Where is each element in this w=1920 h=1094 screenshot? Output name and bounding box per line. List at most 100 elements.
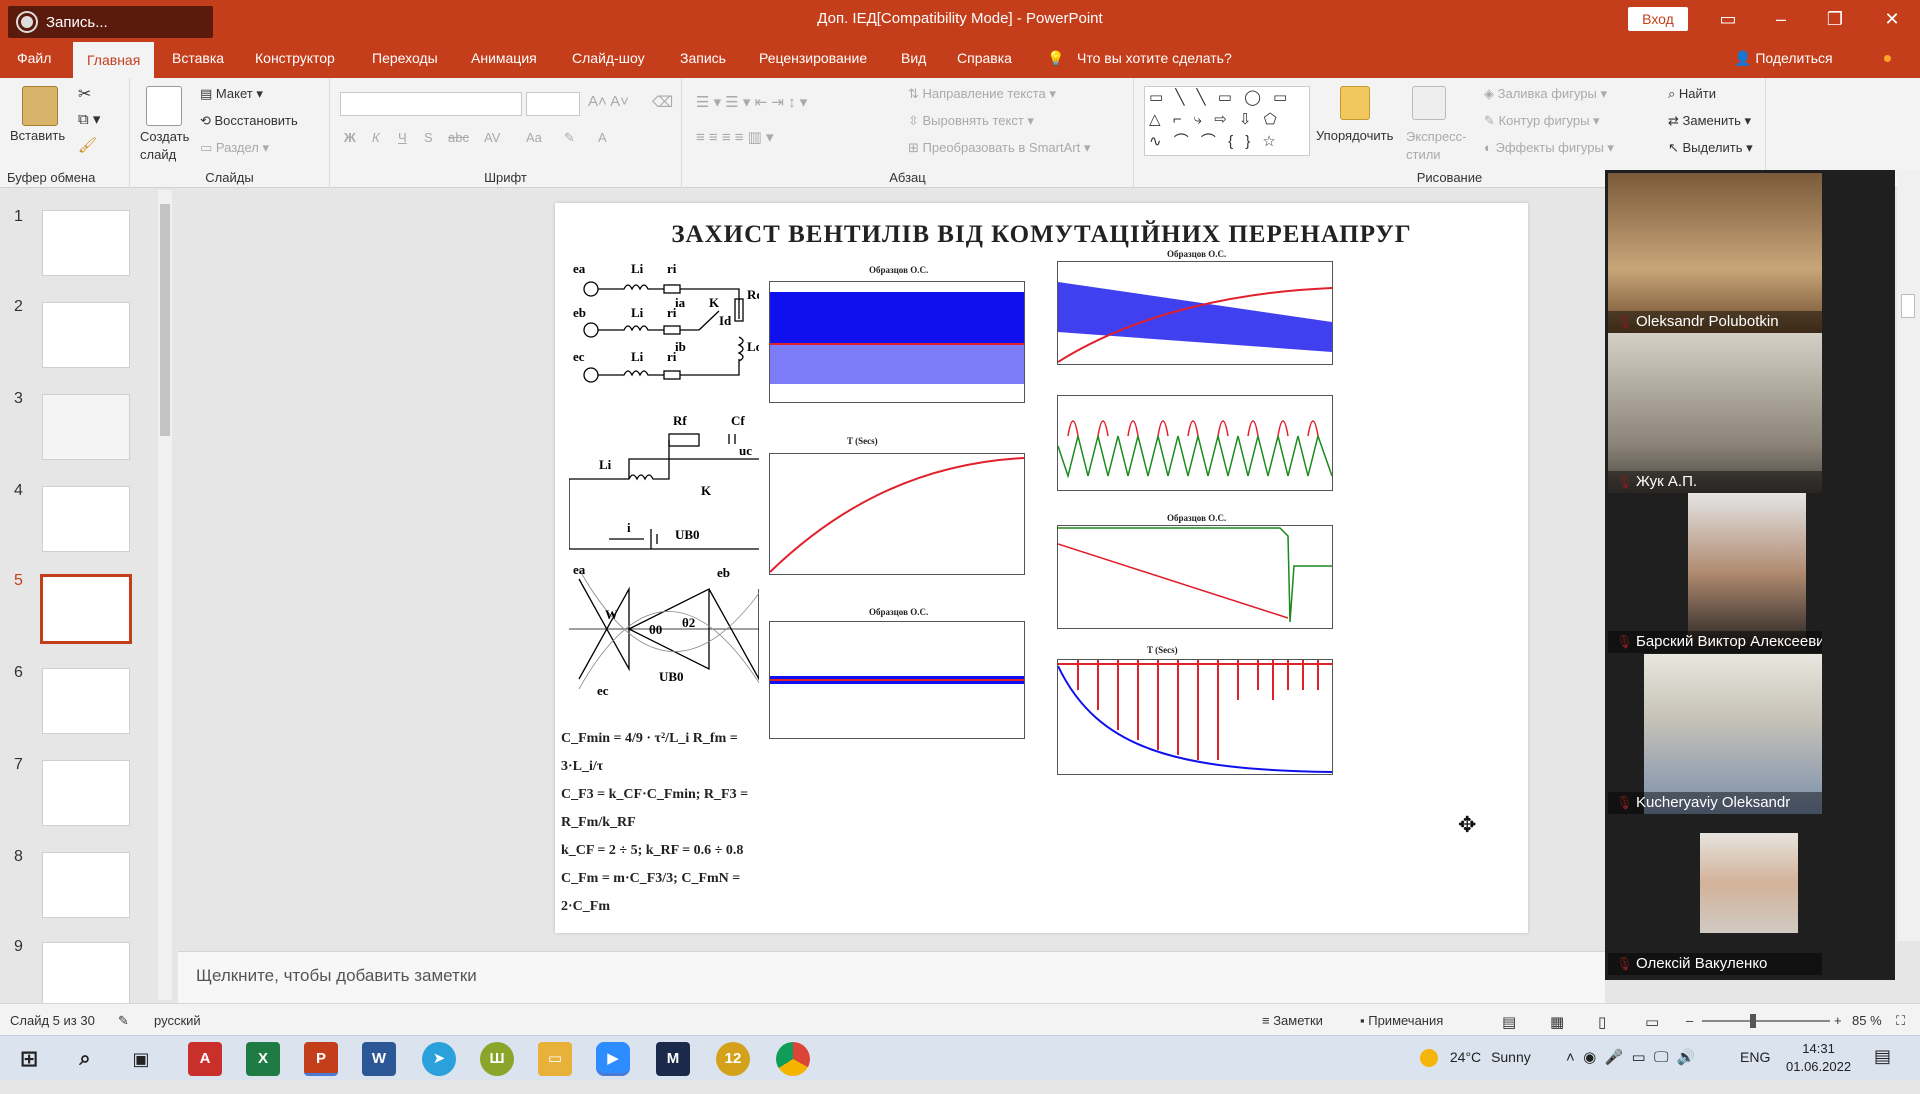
slide-thumbnail-2[interactable] <box>42 302 130 368</box>
participant-tile-2[interactable]: 🎙 Жук А.П. <box>1608 333 1822 493</box>
new-slide-button[interactable]: Создать слайд <box>140 128 190 164</box>
align-text-button[interactable]: ⇳ Выровнять текст ▾ <box>908 113 1034 129</box>
shadow-button[interactable]: S <box>424 130 433 145</box>
close-icon[interactable]: ✕ <box>1877 4 1907 34</box>
select-button[interactable]: ↖ Выделить ▾ <box>1668 140 1753 156</box>
slide-title[interactable]: ЗАХИСТ ВЕНТИЛІВ ВІД КОМУТАЦІЙНИХ ПЕРЕНАП… <box>555 221 1528 249</box>
font-color-button[interactable]: A <box>598 130 607 145</box>
quick-styles-icon[interactable] <box>1412 86 1446 120</box>
char-spacing-button[interactable]: AV <box>484 130 500 145</box>
canvas-vertical-scrollbar[interactable] <box>1897 170 1920 941</box>
clear-format-icon[interactable]: ⌫ <box>652 93 673 111</box>
change-case-button[interactable]: Aa <box>526 130 542 145</box>
reading-view-icon[interactable]: ▯ <box>1598 1013 1606 1031</box>
slide-thumbnail-6[interactable] <box>42 668 130 734</box>
zoom-app-icon[interactable]: ▶ <box>596 1042 630 1076</box>
font-size-combo[interactable] <box>526 92 580 116</box>
shapes-gallery[interactable]: ▭ ╲ ╲ ▭ ◯ ▭ △ ⌐ ⤷ ⇨ ⇩ ⬠ ∿ ⌒ ⌒ { } ☆ <box>1144 86 1310 156</box>
font-name-combo[interactable] <box>340 92 522 116</box>
replace-button[interactable]: ⇄ Заменить ▾ <box>1668 113 1751 129</box>
bold-button[interactable]: Ж <box>344 130 356 145</box>
tab-animations[interactable]: Анимация <box>471 38 537 78</box>
copy-icon[interactable]: ⧉ ▾ <box>78 110 100 128</box>
zoom-out-icon[interactable]: – <box>1686 1013 1693 1028</box>
sorter-view-icon[interactable]: ▦ <box>1550 1013 1564 1031</box>
notes-pane[interactable]: Щелкните, чтобы добавить заметки <box>178 951 1605 1003</box>
current-slide[interactable]: ЗАХИСТ ВЕНТИЛІВ ВІД КОМУТАЦІЙНИХ ПЕРЕНАП… <box>555 203 1528 933</box>
notifications-icon[interactable]: ▤ <box>1874 1046 1891 1091</box>
slideshow-view-icon[interactable]: ▭ <box>1645 1013 1659 1031</box>
grow-font-icon[interactable]: A˄ A˅ <box>588 93 629 110</box>
ribbon-display-icon[interactable]: ▭ <box>1713 4 1743 34</box>
lightbulb-icon[interactable]: 💡 <box>1047 38 1064 78</box>
slide-thumbnail-4[interactable] <box>42 486 130 552</box>
tab-transitions[interactable]: Переходы <box>372 38 438 78</box>
slide-thumbnail-5[interactable] <box>40 574 132 644</box>
normal-view-icon[interactable]: ▤ <box>1502 1013 1516 1031</box>
search-icon[interactable]: ⌕ <box>68 1042 102 1076</box>
excel-icon[interactable]: X <box>246 1042 280 1076</box>
bullets-icon[interactable]: ☰ ▾ ☰ ▾ ⇤ ⇥ ↕ ▾ <box>696 93 807 111</box>
italic-button[interactable]: К <box>372 130 380 145</box>
format-painter-icon[interactable]: 🖌 <box>78 136 97 154</box>
file-explorer-icon[interactable]: ▭ <box>538 1042 572 1076</box>
arrange-button[interactable]: Упорядочить <box>1316 128 1393 143</box>
zoom-level[interactable]: 85 % <box>1852 1013 1882 1028</box>
section-button[interactable]: ▭ Раздел ▾ <box>200 140 269 156</box>
scrollbar-thumb[interactable] <box>1901 294 1915 318</box>
spellcheck-icon[interactable]: ✎ <box>118 1013 129 1029</box>
windows-start-icon[interactable]: ⊞ <box>12 1042 46 1076</box>
chrome-icon[interactable] <box>776 1042 810 1076</box>
zoom-in-icon[interactable]: + <box>1834 1013 1842 1028</box>
cut-icon[interactable]: ✂ <box>78 84 91 104</box>
text-direction-button[interactable]: ⇅ Направление текста ▾ <box>908 86 1056 102</box>
tab-home[interactable]: Главная <box>73 42 155 78</box>
tab-view[interactable]: Вид <box>901 38 926 78</box>
slide-thumbnail-3[interactable] <box>42 394 130 460</box>
input-language[interactable]: ENG <box>1740 1049 1770 1094</box>
paste-icon[interactable] <box>22 86 58 126</box>
tell-me-search[interactable]: Что вы хотите сделать? <box>1077 38 1232 78</box>
find-button[interactable]: ⌕ Найти <box>1668 86 1716 102</box>
participant-tile-3[interactable]: 🎙 Барский Виктор Алексеевич <box>1608 493 1822 653</box>
scrollbar-thumb[interactable] <box>160 204 170 436</box>
comments-toggle[interactable]: ▪ Примечания <box>1360 1013 1443 1028</box>
task-view-icon[interactable]: ▣ <box>124 1042 158 1076</box>
slide-thumbnail-7[interactable] <box>42 760 130 826</box>
language-indicator[interactable]: русский <box>154 1013 201 1028</box>
weather-widget[interactable]: 24°C Sunny <box>1420 1049 1531 1094</box>
clock[interactable]: 14:31 01.06.2022 <box>1786 1040 1851 1085</box>
tab-design[interactable]: Конструктор <box>255 38 335 78</box>
tab-file[interactable]: Файл <box>17 38 51 78</box>
mathcad-icon[interactable]: M <box>656 1042 690 1076</box>
telegram-icon[interactable]: ➤ <box>422 1042 456 1076</box>
reset-button[interactable]: ⟲ Восстановить <box>200 113 298 129</box>
shape-outline-button[interactable]: ✎ Контур фигуры ▾ <box>1484 113 1600 129</box>
shape-fill-button[interactable]: ◈ Заливка фигуры ▾ <box>1484 86 1607 102</box>
align-icons[interactable]: ≡ ≡ ≡ ≡ ▥ ▾ <box>696 128 774 146</box>
app-icon[interactable]: Ш <box>480 1042 514 1076</box>
new-slide-icon[interactable] <box>146 86 182 126</box>
zoom-slider-thumb[interactable] <box>1750 1014 1756 1028</box>
app-12-icon[interactable]: 12 <box>716 1042 750 1076</box>
slide-thumbnail-1[interactable] <box>42 210 130 276</box>
thumbnails-scrollbar[interactable] <box>158 190 172 1000</box>
shape-effects-button[interactable]: ◐ Эффекты фигуры ▾ <box>1484 140 1614 156</box>
tray-icons[interactable]: ˄ ◉ 🎤 ▭ 🖵 🔊 <box>1566 1048 1696 1093</box>
slide-thumbnail-9[interactable] <box>42 942 130 1008</box>
layout-button[interactable]: ▤ Макет ▾ <box>200 86 263 102</box>
acrobat-icon[interactable]: A <box>188 1042 222 1076</box>
participant-tile-1[interactable]: 🎙 Oleksandr Polubotkin <box>1608 173 1822 333</box>
paste-button[interactable]: Вставить <box>10 128 65 143</box>
tab-help[interactable]: Справка <box>957 38 1012 78</box>
quick-styles-button[interactable]: Экспресс-стили <box>1406 128 1467 164</box>
word-icon[interactable]: W <box>362 1042 396 1076</box>
smartart-button[interactable]: ⊞ Преобразовать в SmartArt ▾ <box>908 140 1090 156</box>
underline-button[interactable]: Ч <box>398 130 407 145</box>
powerpoint-icon[interactable]: P <box>304 1042 338 1076</box>
highlight-icon[interactable]: ✎ <box>564 130 575 146</box>
minimize-icon[interactable]: – <box>1766 4 1796 34</box>
fit-slide-icon[interactable]: ⛶ <box>1896 1013 1905 1029</box>
strikethrough-button[interactable]: abc <box>448 130 469 145</box>
tab-record[interactable]: Запись <box>680 38 726 78</box>
